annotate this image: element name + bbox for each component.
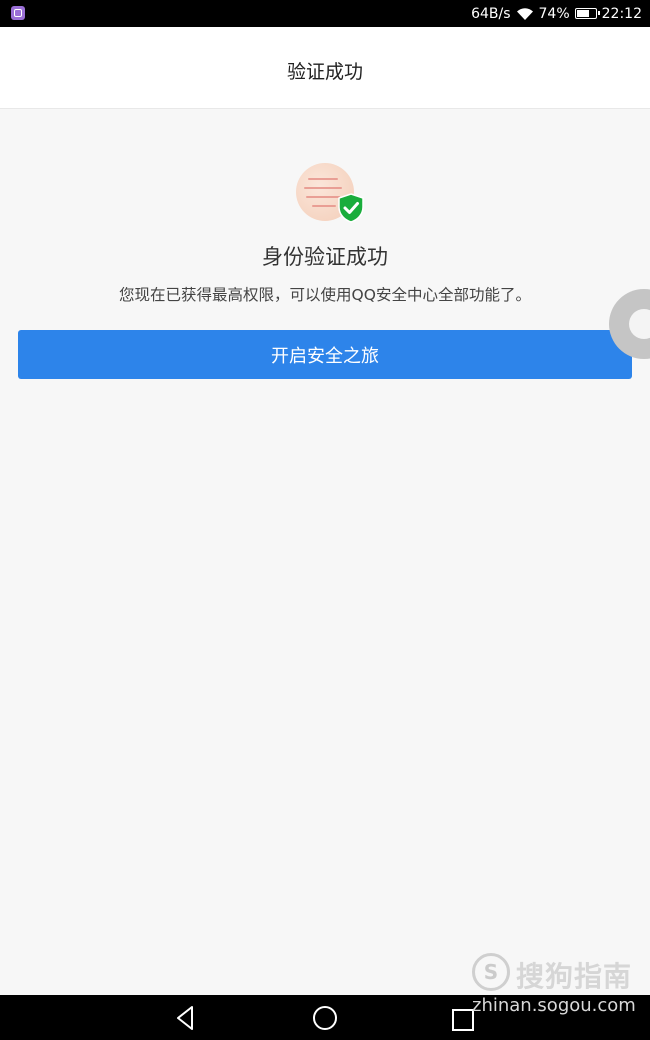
home-icon[interactable] [309, 1002, 341, 1034]
battery-icon [574, 8, 600, 19]
navigation-bar: zhinan.sogou.com [0, 995, 650, 1040]
battery-percent: 74% [538, 5, 570, 22]
watermark-url: zhinan.sogou.com [472, 995, 636, 1016]
page-header: 验证成功 [0, 27, 650, 109]
page-title: 验证成功 [286, 61, 363, 83]
success-description: 您现在已获得最高权限，可以使用QQ安全中心全部功能了。 [119, 286, 531, 304]
start-security-journey-button[interactable]: 开启安全之旅 [18, 330, 632, 379]
success-title: 身份验证成功 [262, 245, 388, 269]
wifi-icon [516, 7, 533, 20]
shield-check-icon [338, 193, 364, 223]
status-bar: 64B/s 74% 22:12 [0, 0, 650, 27]
network-speed: 64B/s [471, 5, 511, 22]
status-indicators: 64B/s 74% 22:12 [466, 0, 642, 27]
watermark-brand: 搜狗指南 [516, 960, 633, 993]
clock: 22:12 [601, 5, 642, 22]
battery-level-fill [576, 10, 590, 17]
avatar-with-badge [296, 163, 366, 225]
back-icon[interactable] [170, 1002, 202, 1034]
sogou-logo-icon: S [472, 953, 510, 991]
app-notification-icon [11, 6, 25, 20]
